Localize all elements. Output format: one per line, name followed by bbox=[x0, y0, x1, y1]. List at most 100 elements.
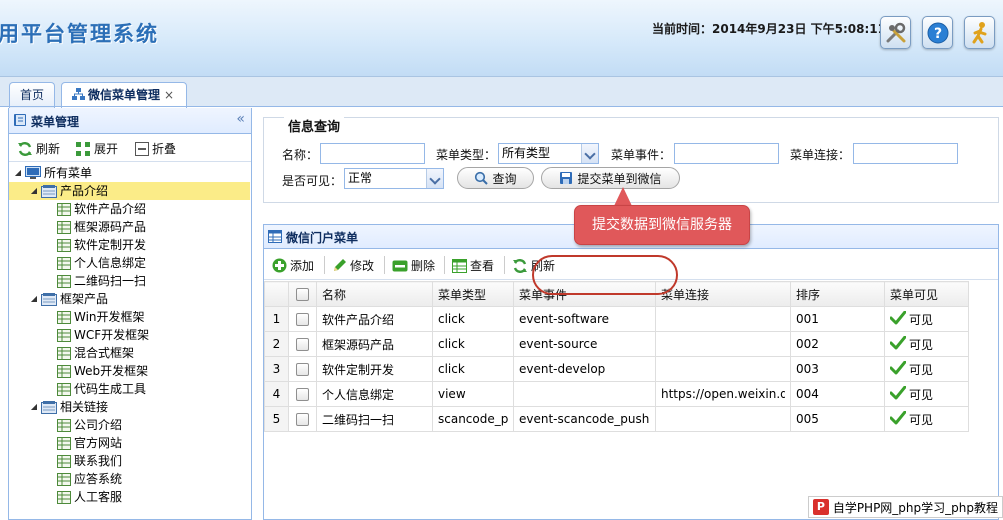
edit-label: 修改 bbox=[350, 259, 375, 273]
folder-icon bbox=[41, 292, 57, 306]
type-cell: scancode_push bbox=[432, 406, 514, 432]
column-header[interactable]: 菜单可见 bbox=[884, 281, 969, 307]
submit-menu-button[interactable]: 提交菜单到微信 bbox=[541, 167, 680, 189]
tree-node-item[interactable]: 代码生成工具 bbox=[9, 380, 250, 398]
tab-bar: 首页 微信菜单管理 × bbox=[0, 76, 1003, 108]
checkbox[interactable] bbox=[296, 313, 309, 326]
row-checkbox-cell[interactable] bbox=[288, 331, 317, 357]
row-number: 1 bbox=[264, 306, 289, 332]
column-header[interactable]: 菜单连接 bbox=[655, 281, 791, 307]
tree-node-label: Win开发框架 bbox=[74, 310, 145, 324]
close-icon[interactable]: × bbox=[164, 88, 174, 102]
menu-item-icon bbox=[57, 220, 71, 234]
type-cell: view bbox=[432, 381, 514, 407]
order-cell: 002 bbox=[790, 331, 885, 357]
visible-select[interactable]: 正常 bbox=[344, 168, 444, 189]
type-cell: click bbox=[432, 306, 514, 332]
tree-node-item[interactable]: Win开发框架 bbox=[9, 308, 250, 326]
chevron-down-icon[interactable] bbox=[581, 144, 598, 163]
callout-pointer bbox=[614, 187, 632, 206]
tab-wechat-menu[interactable]: 微信菜单管理 × bbox=[61, 82, 187, 108]
chevron-down-icon[interactable] bbox=[426, 169, 443, 188]
menu-item-icon bbox=[57, 364, 71, 378]
watermark-logo: P bbox=[813, 499, 829, 515]
tree-node-group[interactable]: ◢ 框架产品 bbox=[9, 290, 250, 308]
row-checkbox-cell[interactable] bbox=[288, 406, 317, 432]
menu-item-icon bbox=[57, 310, 71, 324]
row-checkbox-cell[interactable] bbox=[288, 356, 317, 382]
row-checkbox-cell[interactable] bbox=[288, 306, 317, 332]
table-row[interactable]: 2 框架源码产品 click event-source 002 可见 bbox=[264, 331, 969, 357]
delete-button[interactable]: 删除 bbox=[392, 257, 435, 274]
user-walk-icon bbox=[972, 21, 986, 43]
event-cell: event-develop bbox=[513, 356, 656, 382]
tree-node-root[interactable]: ◢ 所有菜单 bbox=[9, 164, 250, 182]
name-cell: 软件定制开发 bbox=[316, 356, 433, 382]
link-cell bbox=[655, 331, 791, 357]
tree-toggle-icon[interactable]: ◢ bbox=[29, 290, 39, 308]
tree-toggle-icon[interactable]: ◢ bbox=[29, 182, 39, 200]
panel-collapse-button[interactable]: « bbox=[236, 111, 245, 127]
table-row[interactable]: 5 二维码扫一扫 scancode_push event-scancode_push 0… bbox=[264, 406, 969, 432]
edit-button[interactable]: 修改 bbox=[332, 257, 374, 274]
tree-node-item[interactable]: 个人信息绑定 bbox=[9, 254, 250, 272]
tree-node-item[interactable]: 框架源码产品 bbox=[9, 218, 250, 236]
tree-node-item[interactable]: WCF开发框架 bbox=[9, 326, 250, 344]
event-cell: event-source bbox=[513, 331, 656, 357]
menu-item-icon bbox=[57, 328, 71, 342]
checkbox[interactable] bbox=[296, 363, 309, 376]
table-row[interactable]: 4 个人信息绑定 view https://open.weixin.qq.c 004 可见 bbox=[264, 381, 969, 407]
select-all-checkbox[interactable] bbox=[288, 281, 317, 307]
table-row[interactable]: 1 软件产品介绍 click event-software 001 可见 bbox=[264, 306, 969, 332]
tree-node-item[interactable]: 二维码扫一扫 bbox=[9, 272, 250, 290]
tree-node-item[interactable]: 软件产品介绍 bbox=[9, 200, 250, 218]
column-header[interactable]: 排序 bbox=[790, 281, 885, 307]
toolbar-separator bbox=[444, 256, 445, 274]
tools-button[interactable] bbox=[880, 16, 911, 49]
checkbox[interactable] bbox=[296, 288, 309, 301]
tree-node-item[interactable]: 应答系统 bbox=[9, 470, 250, 488]
checkbox[interactable] bbox=[296, 338, 309, 351]
tree-refresh-button[interactable]: 刷新 bbox=[17, 140, 60, 157]
add-icon bbox=[272, 258, 287, 273]
column-header[interactable]: 菜单类型 bbox=[432, 281, 514, 307]
tree-node-label: 软件产品介绍 bbox=[74, 202, 147, 216]
tree-expand-button[interactable]: 展开 bbox=[75, 140, 118, 157]
name-input[interactable] bbox=[320, 143, 425, 164]
menu-item-icon bbox=[57, 418, 71, 432]
tree-node-item[interactable]: 软件定制开发 bbox=[9, 236, 250, 254]
tree-node-group[interactable]: ◢ 相关链接 bbox=[9, 398, 250, 416]
menu-item-icon bbox=[57, 238, 71, 252]
menu-link-input[interactable] bbox=[853, 143, 958, 164]
main-content: 信息查询 名称： 菜单类型： 所有类型 菜单事件： 菜单连接： 是否可见： 正常… bbox=[258, 108, 1003, 520]
visible-text: 可见 bbox=[909, 387, 934, 402]
checkbox[interactable] bbox=[296, 388, 309, 401]
checkbox[interactable] bbox=[296, 413, 309, 426]
tree-node-item[interactable]: 混合式框架 bbox=[9, 344, 250, 362]
name-cell: 框架源码产品 bbox=[316, 331, 433, 357]
tree-node-item[interactable]: 联系我们 bbox=[9, 452, 250, 470]
table-row[interactable]: 3 软件定制开发 click event-develop 003 可见 bbox=[264, 356, 969, 382]
tree-collapse-button[interactable]: 折叠 bbox=[135, 140, 176, 157]
add-button[interactable]: 添加 bbox=[272, 257, 314, 274]
search-button[interactable]: 查询 bbox=[457, 167, 534, 189]
view-button[interactable]: 查看 bbox=[452, 257, 494, 274]
user-button[interactable] bbox=[964, 16, 995, 49]
tree-node-group[interactable]: ◢ 产品介绍 bbox=[9, 182, 250, 200]
row-checkbox-cell[interactable] bbox=[288, 381, 317, 407]
help-button[interactable]: ? bbox=[922, 16, 953, 49]
menu-type-select[interactable]: 所有类型 bbox=[498, 143, 599, 164]
menu-panel-title: 菜单管理 bbox=[31, 115, 80, 129]
submit-menu-label: 提交菜单到微信 bbox=[577, 171, 662, 186]
tree-node-item[interactable]: 人工客服 bbox=[9, 488, 250, 506]
tree-toggle-icon[interactable]: ◢ bbox=[13, 164, 23, 182]
tree-node-item[interactable]: Web开发框架 bbox=[9, 362, 250, 380]
menu-event-input[interactable] bbox=[674, 143, 779, 164]
order-cell: 001 bbox=[790, 306, 885, 332]
tab-home[interactable]: 首页 bbox=[9, 82, 55, 108]
name-label: 名称： bbox=[282, 148, 319, 162]
tree-toggle-icon[interactable]: ◢ bbox=[29, 398, 39, 416]
tree-node-item[interactable]: 官方网站 bbox=[9, 434, 250, 452]
column-header[interactable]: 名称 bbox=[316, 281, 433, 307]
tree-node-item[interactable]: 公司介绍 bbox=[9, 416, 250, 434]
